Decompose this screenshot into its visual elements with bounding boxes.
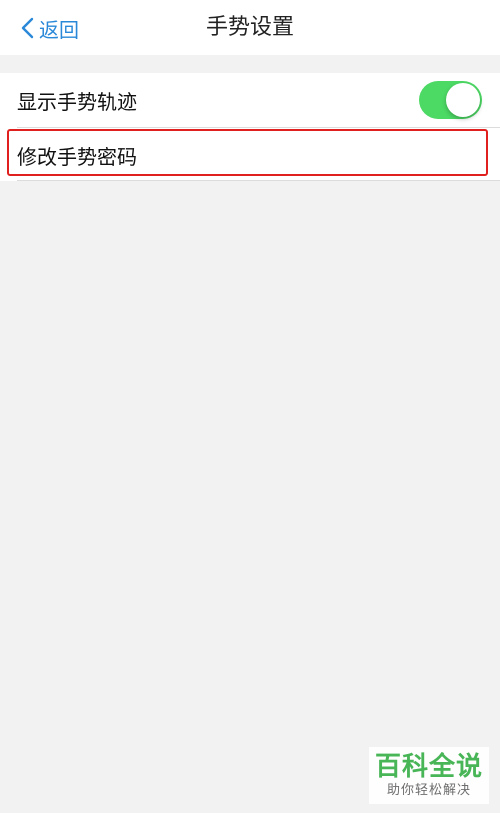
watermark-badge: 百科全说 助你轻松解决 — [369, 747, 489, 804]
row-divider-bottom — [17, 180, 500, 181]
watermark-subtitle: 助你轻松解决 — [386, 782, 471, 798]
settings-group: 显示手势轨迹 修改手势密码 — [0, 73, 500, 181]
show-track-label: 显示手势轨迹 — [17, 89, 137, 114]
change-password-label: 修改手势密码 — [17, 144, 137, 169]
toggle-knob — [446, 83, 480, 117]
show-track-row: 显示手势轨迹 — [0, 73, 500, 127]
watermark-title: 百科全说 — [374, 751, 483, 782]
change-password-row[interactable]: 修改手势密码 — [0, 128, 500, 182]
navigation-bar: 返回 手势设置 — [0, 0, 500, 55]
page-title: 手势设置 — [205, 15, 294, 40]
show-track-toggle[interactable] — [419, 81, 482, 119]
